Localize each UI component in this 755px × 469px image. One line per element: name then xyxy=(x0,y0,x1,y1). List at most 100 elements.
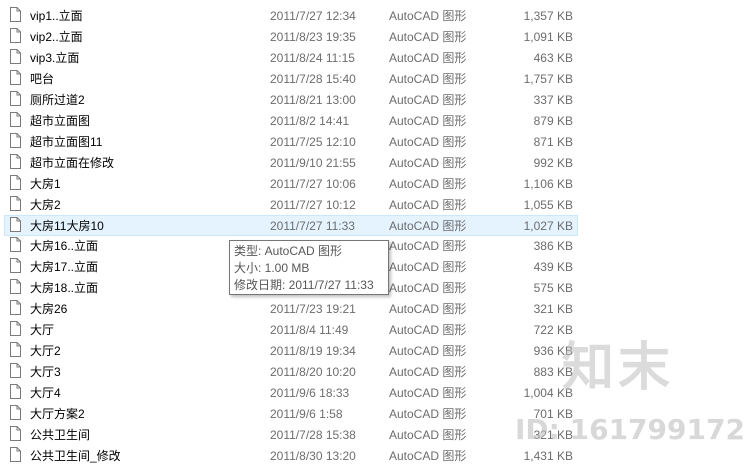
file-icon xyxy=(10,446,21,462)
file-icon xyxy=(10,90,21,106)
file-icon xyxy=(10,174,21,190)
file-type: AutoCAD 图形 xyxy=(389,239,467,254)
file-icon xyxy=(10,279,21,295)
file-size: 386 KB xyxy=(533,239,573,254)
file-row[interactable]: vip3.立面 2011/8/24 11:15 AutoCAD 图形 463 KB xyxy=(4,47,578,68)
file-row[interactable]: vip2..立面 2011/8/23 19:35 AutoCAD 图形 1,091 K… xyxy=(4,26,578,47)
file-type: AutoCAD 图形 xyxy=(389,92,467,107)
file-name: 大厅4 xyxy=(30,386,61,401)
file-date: 2011/8/20 10:20 xyxy=(270,365,356,380)
file-date: 2011/8/4 11:49 xyxy=(270,323,349,338)
file-date: 2011/8/21 13:00 xyxy=(270,92,356,107)
file-row[interactable]: 大房11大房10 2011/7/27 11:33 AutoCAD 图形 1,027 K… xyxy=(4,214,578,236)
file-date: 2011/7/27 12:34 xyxy=(270,9,356,23)
file-row[interactable]: 超市立面在修改 2011/9/10 21:55 AutoCAD 图形 992 KB xyxy=(4,152,578,173)
file-name: 大厅 xyxy=(30,323,55,338)
file-size: 1,055 KB xyxy=(523,197,573,212)
file-icon xyxy=(10,300,21,316)
file-type: AutoCAD 图形 xyxy=(389,218,467,233)
file-type: AutoCAD 图形 xyxy=(389,448,467,463)
file-type: AutoCAD 图形 xyxy=(389,428,467,442)
file-name: 厕所过道2 xyxy=(30,92,85,107)
tooltip-size: 大小: 1.00 MB xyxy=(234,261,310,275)
file-type: AutoCAD 图形 xyxy=(389,50,467,65)
file-row[interactable]: 厕所过道2 2011/8/21 13:00 AutoCAD 图形 337 KB xyxy=(4,89,578,110)
file-icon xyxy=(10,237,21,253)
file-size: 722 KB xyxy=(533,323,573,338)
file-row[interactable]: 大厅 2011/8/4 11:49 AutoCAD 图形 722 KB xyxy=(4,319,578,340)
file-date: 2011/8/30 13:20 xyxy=(270,448,356,463)
file-name: 吧台 xyxy=(30,71,55,86)
file-date: 2011/9/6 1:58 xyxy=(270,407,343,422)
file-date: 2011/7/25 12:10 xyxy=(270,134,356,149)
file-icon xyxy=(10,195,21,211)
file-name: 大房16..立面 xyxy=(30,239,99,254)
file-type: AutoCAD 图形 xyxy=(389,365,467,380)
file-name: 大房18..立面 xyxy=(30,281,99,296)
file-size: 463 KB xyxy=(533,50,573,65)
file-type: AutoCAD 图形 xyxy=(389,323,467,338)
file-type: AutoCAD 图形 xyxy=(389,407,467,422)
file-row[interactable]: 大厅4 2011/9/6 18:33 AutoCAD 图形 1,004 KB xyxy=(4,382,578,403)
file-type: AutoCAD 图形 xyxy=(389,155,467,170)
file-size: 575 KB xyxy=(533,281,573,296)
file-type: AutoCAD 图形 xyxy=(389,344,467,359)
file-date: 2011/9/6 18:33 xyxy=(270,386,350,401)
file-row[interactable]: 大厅3 2011/8/20 10:20 AutoCAD 图形 883 KB xyxy=(4,361,578,382)
file-size: 439 KB xyxy=(533,260,573,275)
file-row[interactable]: 公共卫生间 2011/7/28 15:38 AutoCAD 图形 321 KB xyxy=(4,424,578,445)
file-date: 2011/7/27 11:33 xyxy=(270,218,355,233)
file-icon xyxy=(10,111,21,127)
file-row[interactable]: 大厅方案2 2011/9/6 1:58 AutoCAD 图形 701 KB xyxy=(4,403,578,424)
file-info-tooltip: 类型: AutoCAD 图形 大小: 1.00 MB 修改日期: 2011/7/… xyxy=(229,240,389,295)
file-row[interactable]: 公共卫生间_修改 2011/8/30 13:20 AutoCAD 图形 1,431 K… xyxy=(4,445,578,466)
file-row[interactable]: 吧台 2011/7/28 15:40 AutoCAD 图形 1,757 KB xyxy=(4,68,578,89)
file-icon xyxy=(10,405,21,421)
file-type: AutoCAD 图形 xyxy=(389,386,467,401)
file-row[interactable]: 超市立面图11 2011/7/25 12:10 AutoCAD 图形 871 KB xyxy=(4,131,578,152)
file-type: AutoCAD 图形 xyxy=(389,260,467,275)
file-size: 1,027 KB xyxy=(523,218,573,233)
file-size: 1,431 KB xyxy=(523,448,573,463)
file-type: AutoCAD 图形 xyxy=(389,113,467,128)
file-size: 992 KB xyxy=(533,155,573,170)
file-icon xyxy=(10,216,21,232)
file-date: 2011/7/28 15:40 xyxy=(270,71,356,86)
file-icon xyxy=(10,426,21,441)
file-row[interactable]: vip1..立面 2011/7/27 12:34 AutoCAD 图形 1,357 K… xyxy=(4,5,578,26)
tooltip-type: 类型: AutoCAD 图形 xyxy=(234,244,343,258)
file-type: AutoCAD 图形 xyxy=(389,29,467,44)
file-name: 超市立面在修改 xyxy=(30,155,115,170)
file-date: 2011/7/23 19:21 xyxy=(270,302,356,317)
file-row[interactable]: 超市立面图 2011/8/2 14:41 AutoCAD 图形 879 KB xyxy=(4,110,578,131)
file-type: AutoCAD 图形 xyxy=(389,281,467,296)
file-icon xyxy=(10,153,21,169)
watermark-logo: 知末 xyxy=(562,338,675,398)
file-icon xyxy=(10,69,21,85)
file-name: 大厅方案2 xyxy=(30,407,85,422)
file-size: 871 KB xyxy=(533,134,573,149)
file-size: 1,757 KB xyxy=(523,71,573,86)
file-date: 2011/7/27 10:06 xyxy=(270,176,356,191)
tooltip-date: 修改日期: 2011/7/27 11:33 xyxy=(234,278,374,292)
file-row[interactable]: 大房1 2011/7/27 10:06 AutoCAD 图形 1,106 KB xyxy=(4,173,578,194)
file-date: 2011/8/19 19:34 xyxy=(270,344,356,359)
file-type: AutoCAD 图形 xyxy=(389,302,467,317)
file-icon xyxy=(10,342,21,358)
file-row[interactable]: 大房26 2011/7/23 19:21 AutoCAD 图形 321 KB xyxy=(4,298,578,319)
file-icon xyxy=(10,7,21,22)
file-type: AutoCAD 图形 xyxy=(389,9,467,23)
file-icon xyxy=(10,48,21,64)
file-row[interactable]: 大房2 2011/7/27 10:12 AutoCAD 图形 1,055 KB xyxy=(4,194,578,215)
file-type: AutoCAD 图形 xyxy=(389,197,467,212)
file-size: 1,106 KB xyxy=(523,176,573,191)
file-icon xyxy=(10,132,21,148)
file-type: AutoCAD 图形 xyxy=(389,176,467,191)
file-size: 1,091 KB xyxy=(523,29,573,44)
file-name: 大房1 xyxy=(30,176,61,191)
file-name: 公共卫生间 xyxy=(30,428,91,442)
watermark-id: ID: 161799172 xyxy=(515,413,745,446)
file-icon xyxy=(10,27,21,43)
file-row[interactable]: 大厅2 2011/8/19 19:34 AutoCAD 图形 936 KB xyxy=(4,340,578,361)
file-size: 1,357 KB xyxy=(523,9,573,23)
